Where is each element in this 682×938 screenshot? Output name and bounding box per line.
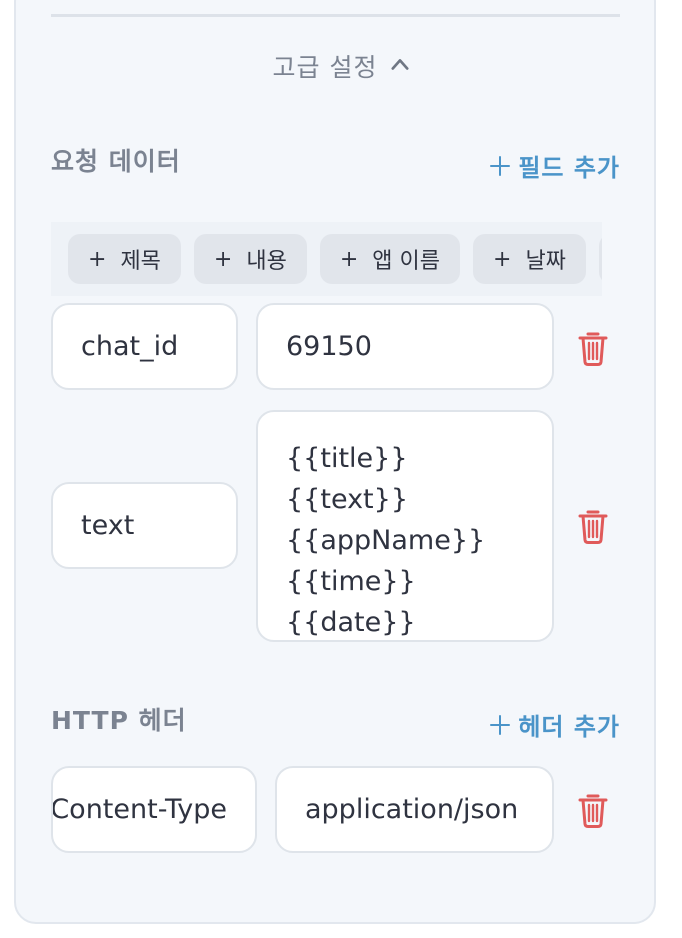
placeholder-chips-scroller[interactable]: + 제목 + 내용 + 앱 이름 + 날짜 + [51,222,602,296]
advanced-settings-toggle[interactable]: 고급 설정 [0,44,682,88]
request-key-input[interactable]: chat_id [51,303,238,390]
advanced-settings-label: 고급 설정 [272,53,378,82]
value-text: 69150 [286,331,372,362]
chip-app-name[interactable]: + 앱 이름 [319,234,460,284]
chip-label: 제목 [120,249,161,274]
plus-icon [490,155,511,176]
plus-icon: + [213,246,233,272]
key-value: text [81,510,135,541]
divider [51,14,620,17]
add-header-label: 헤더 추가 [518,713,620,741]
chip-title[interactable]: + 제목 [68,234,181,284]
delete-header-trash-icon[interactable] [577,792,609,828]
chip-label: 앱 이름 [372,249,440,274]
plus-icon: + [339,246,359,272]
request-value-textarea[interactable]: {{title}} {{text}} {{appName}} {{time}} … [256,410,554,642]
value-text: {{title}} {{text}} {{appName}} {{time}} … [286,443,486,638]
chevron-up-icon [391,57,410,75]
add-header-button[interactable]: 헤더 추가 [490,707,620,742]
header-value-input[interactable]: application/json [275,766,554,853]
chip-more[interactable]: + [598,234,602,284]
chip-label: 날짜 [525,249,566,274]
chip-date[interactable]: + 날짜 [473,234,586,284]
chip-content[interactable]: + 내용 [193,234,307,284]
add-field-button[interactable]: 필드 추가 [490,148,620,183]
plus-icon: + [88,246,107,272]
delete-row-trash-icon[interactable] [577,508,609,544]
header-key-input[interactable]: Content-Type [51,766,257,853]
delete-row-trash-icon[interactable] [577,330,609,366]
request-key-input[interactable]: text [51,482,238,569]
value-text: application/json [305,794,519,825]
request-value-input[interactable]: 69150 [256,303,554,390]
plus-icon [490,714,511,735]
chip-label: 내용 [246,249,287,274]
plus-icon: + [493,246,512,272]
request-data-title: 요청 데이터 [51,147,181,176]
key-value: chat_id [81,331,179,362]
http-headers-title: HTTP 헤더 [51,706,187,735]
add-field-label: 필드 추가 [518,154,620,182]
key-value: Content-Type [51,794,227,825]
